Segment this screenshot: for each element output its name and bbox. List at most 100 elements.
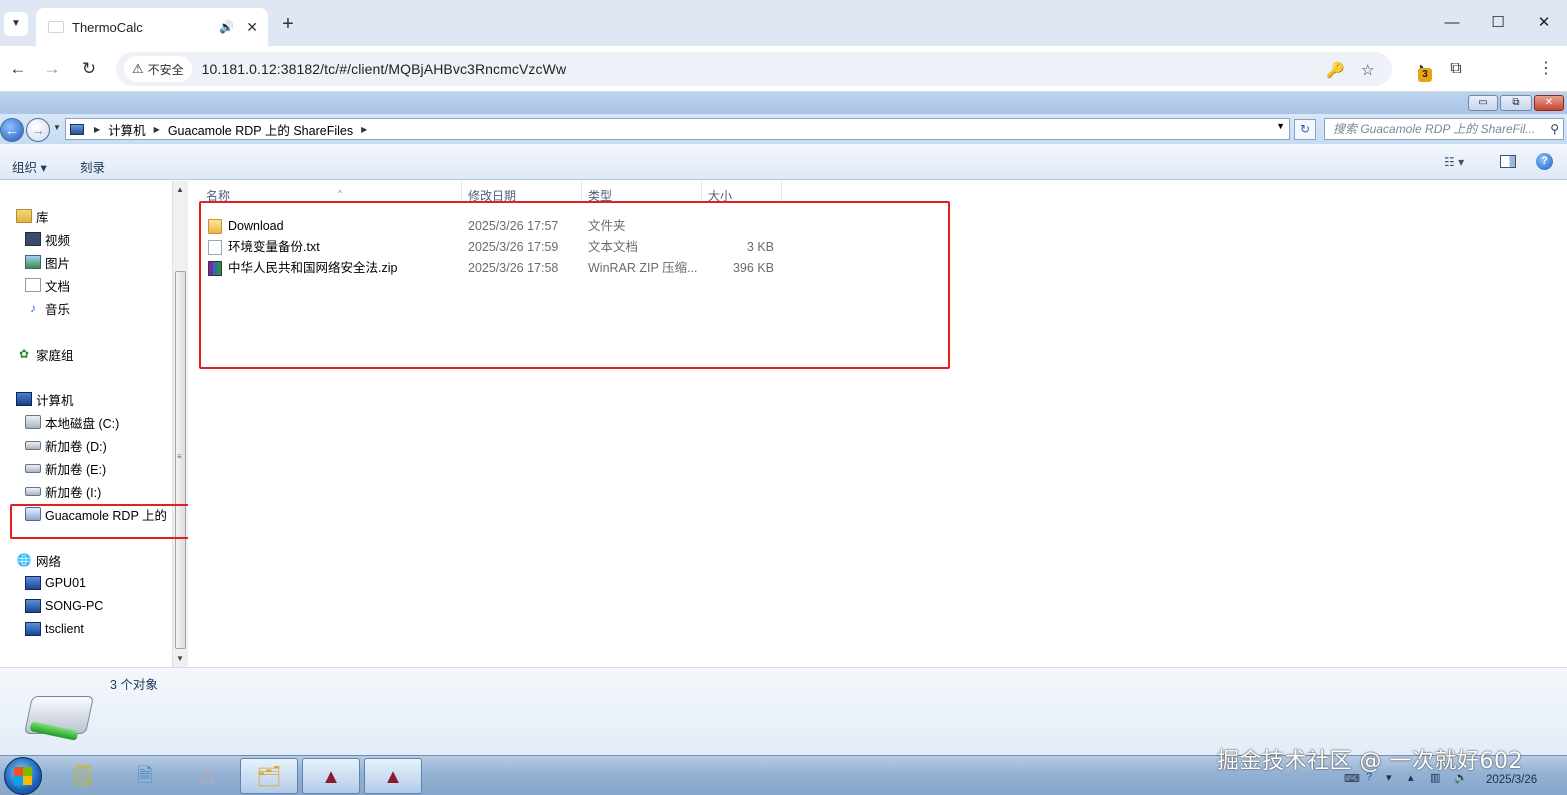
column-header-size[interactable]: 大小 — [702, 181, 782, 203]
reload-icon[interactable]: ↻ — [77, 57, 101, 81]
pc-icon — [25, 599, 41, 613]
search-input[interactable]: 搜索 Guacamole RDP 上的 ShareFil... ⚲ — [1324, 118, 1564, 140]
hard-drive-icon — [25, 440, 41, 450]
organize-button[interactable]: 组织 ▾ — [12, 157, 47, 176]
thermocalc-app-icon[interactable]: △ — [178, 758, 236, 794]
column-header-date[interactable]: 修改日期 — [462, 181, 582, 203]
nav-item-drive-d[interactable]: 新加卷 (D:) — [25, 435, 107, 455]
address-bar[interactable]: ⚠ 不安全 10.181.0.12:38182/tc/#/client/MQBj… — [116, 52, 1392, 86]
remote-desktop-view[interactable]: ▭ ⧉ ✕ ← → ▼ ▶ 计算机 ▶ Guacamole RDP 上的 Sha… — [0, 92, 1567, 795]
pc-icon — [25, 622, 41, 636]
forward-arrow-icon[interactable]: → — [40, 57, 64, 81]
thermocalc-window-icon[interactable]: ▲ — [364, 758, 422, 794]
nav-label: tsclient — [45, 622, 84, 636]
speaker-icon[interactable]: 🔊 — [219, 20, 234, 34]
hard-drive-icon — [25, 463, 41, 473]
browser-toolbar: ← → ↻ ⚠ 不安全 10.181.0.12:38182/tc/#/clien… — [0, 46, 1567, 127]
nav-item-pictures[interactable]: 图片 — [25, 252, 70, 272]
puzzle-icon[interactable]: ⧉ — [1444, 58, 1468, 82]
tab-title: ThermoCalc — [72, 19, 143, 35]
tab-close-icon[interactable]: ✕ — [246, 19, 258, 36]
taskbar-date[interactable]: 2025/3/26 — [1486, 774, 1537, 786]
refresh-icon[interactable]: ↻ — [1294, 119, 1316, 140]
nav-item-drive-i[interactable]: 新加卷 (I:) — [25, 481, 101, 501]
nav-item-computer[interactable]: 计算机 — [16, 389, 74, 409]
search-icon[interactable]: ⚲ — [1550, 119, 1559, 139]
tab-favicon-icon — [48, 21, 64, 33]
maximize-button[interactable]: ☐ — [1482, 10, 1514, 36]
security-chip[interactable]: ⚠ 不安全 — [124, 56, 192, 82]
chevron-right-icon[interactable]: ▶ — [94, 125, 100, 134]
breadcrumb-computer[interactable]: 计算机 — [108, 120, 146, 139]
start-button[interactable] — [4, 757, 42, 795]
system-drive-icon — [25, 415, 41, 429]
nav-label: 图片 — [45, 256, 71, 271]
picture-icon — [25, 255, 41, 269]
nav-item-gpu01[interactable]: GPU01 — [25, 573, 86, 593]
close-window-button[interactable]: ✕ — [1528, 10, 1560, 36]
nav-item-tsclient[interactable]: tsclient — [25, 619, 84, 639]
hard-drive-icon — [25, 486, 41, 496]
column-header-type[interactable]: 类型 — [582, 181, 702, 203]
nav-label: 家庭组 — [36, 348, 74, 363]
sticky-notes-icon[interactable]: 🗒 — [54, 758, 112, 794]
navigation-pane: 库 视频 图片 文档 ♪ 音乐 ✿ 家庭组 计算机 本地磁盘 (C:) 新加卷 (D… — [0, 181, 172, 667]
browser-tab[interactable]: ThermoCalc 🔊 ✕ — [36, 8, 268, 46]
tab-search-button[interactable]: ▼ — [4, 12, 28, 36]
explorer-restore-button[interactable]: ⧉ — [1500, 95, 1532, 111]
library-icon — [16, 209, 32, 223]
nav-item-homegroup[interactable]: ✿ 家庭组 — [16, 344, 74, 364]
notepad-icon[interactable]: 🗎 — [116, 758, 174, 794]
back-arrow-icon[interactable]: ← — [6, 57, 30, 81]
explorer-close-button[interactable]: ✕ — [1534, 95, 1564, 111]
watermark-text: 掘金技术社区 @ 一次就好602 — [1217, 749, 1523, 774]
nav-item-network[interactable]: 🌐 网络 — [16, 550, 62, 570]
nav-label: 文档 — [45, 279, 71, 294]
chevron-right-icon[interactable]: ▶ — [361, 125, 367, 134]
scroll-up-icon[interactable]: ▲ — [176, 185, 184, 194]
history-dropdown-icon[interactable]: ▼ — [53, 123, 61, 132]
burn-button[interactable]: 刻录 — [80, 157, 105, 176]
nav-item-drive-c[interactable]: 本地磁盘 (C:) — [25, 412, 119, 432]
scroll-down-icon[interactable]: ▼ — [176, 654, 184, 663]
chevron-down-icon[interactable]: ▼ — [1276, 121, 1285, 131]
help-icon[interactable]: ? — [1536, 153, 1553, 170]
details-pane: 3 个对象 — [0, 667, 1567, 755]
nav-item-documents[interactable]: 文档 — [25, 275, 70, 295]
breadcrumb-sharefiles[interactable]: Guacamole RDP 上的 ShareFiles — [168, 120, 353, 139]
url-text[interactable]: 10.181.0.12:38182/tc/#/client/MQBjAHBvc3… — [202, 61, 567, 77]
nav-item-videos[interactable]: 视频 — [25, 229, 70, 249]
column-header-name[interactable]: 名称 ^ — [200, 181, 462, 203]
homegroup-icon: ✿ — [18, 347, 30, 361]
preview-pane-icon[interactable] — [1500, 155, 1516, 168]
nav-scrollbar[interactable]: ▲ ≡ ▼ — [172, 181, 188, 667]
video-icon — [25, 232, 41, 246]
nav-item-drive-e[interactable]: 新加卷 (E:) — [25, 458, 106, 478]
chevron-right-icon[interactable]: ▶ — [154, 125, 160, 134]
nav-item-music[interactable]: ♪ 音乐 — [25, 298, 70, 318]
command-bar: 组织 ▾ 刻录 ☷ ▾ ? — [0, 144, 1567, 180]
nav-label: SONG-PC — [45, 599, 104, 613]
nav-item-libraries[interactable]: 库 — [16, 206, 49, 226]
explorer-forward-icon[interactable]: → — [26, 118, 50, 142]
explorer-taskbar-icon[interactable]: 🗂 — [240, 758, 298, 794]
bookmark-star-icon[interactable]: ☆ — [1361, 61, 1374, 79]
grip-icon: ≡ — [177, 452, 182, 461]
new-tab-button[interactable]: + — [276, 12, 300, 36]
search-placeholder: 搜索 Guacamole RDP 上的 ShareFil... — [1333, 122, 1536, 136]
view-options-icon[interactable]: ☷ ▾ — [1444, 155, 1464, 169]
minimize-button[interactable]: — — [1436, 10, 1468, 36]
thermocalc-window-icon[interactable]: ▲ — [302, 758, 360, 794]
explorer-back-icon[interactable]: ← — [0, 118, 24, 142]
item-count: 3 个对象 — [110, 678, 158, 692]
browser-tab-strip: ▼ ThermoCalc 🔊 ✕ + — ☐ ✕ — [0, 0, 1567, 46]
nav-item-song-pc[interactable]: SONG-PC — [25, 596, 103, 616]
key-icon[interactable]: 🔑 — [1326, 61, 1345, 79]
nav-label: 视频 — [45, 233, 71, 248]
explorer-address-row: ← → ▼ ▶ 计算机 ▶ Guacamole RDP 上的 ShareFile… — [0, 114, 1567, 144]
menu-kebab-icon[interactable]: ⋮ — [1534, 58, 1558, 82]
breadcrumb[interactable]: ▶ 计算机 ▶ Guacamole RDP 上的 ShareFiles ▶ ▼ — [65, 118, 1290, 140]
nav-label: 新加卷 (I:) — [45, 485, 102, 500]
scroll-thumb[interactable]: ≡ — [175, 271, 186, 649]
explorer-minimize-button[interactable]: ▭ — [1468, 95, 1498, 111]
